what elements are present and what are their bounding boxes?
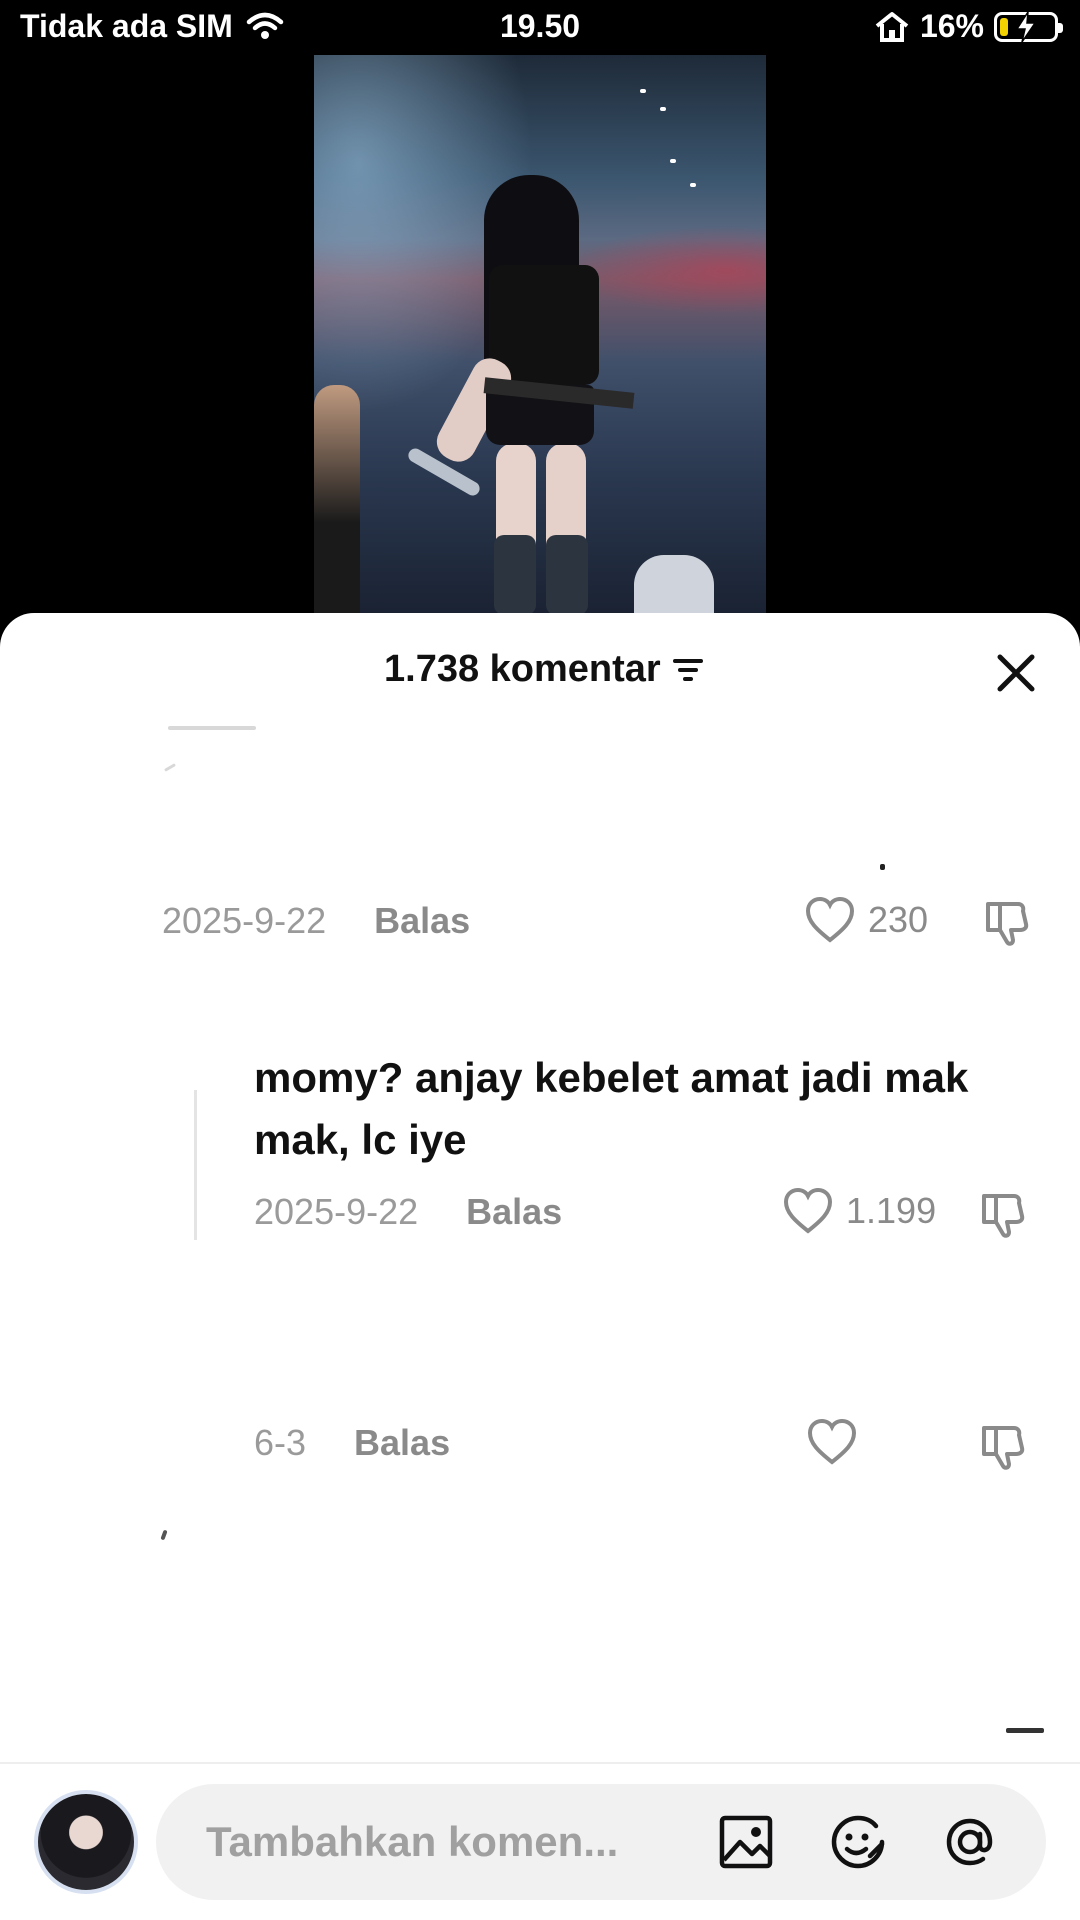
thread-line (194, 1090, 197, 1240)
comment-count[interactable]: 1.738 komentar (384, 648, 705, 691)
background-dancer (314, 385, 360, 615)
sort-filter-icon[interactable] (671, 655, 705, 685)
video-player[interactable] (314, 55, 766, 615)
battery-icon (994, 11, 1063, 42)
comment-meta: 2025-9-22 Balas (162, 900, 470, 942)
comment-meta: 2025-9-22 Balas (254, 1191, 562, 1233)
reply-button[interactable]: Balas (466, 1191, 562, 1233)
mention-icon[interactable] (940, 1812, 1000, 1872)
image-icon[interactable] (716, 1812, 776, 1872)
comments-sheet: 1.738 komentar (0, 613, 1080, 1920)
comment-count-label: 1.738 komentar (384, 648, 661, 690)
comment-meta: 6-3 Balas (254, 1422, 450, 1464)
battery-percent: 16% (919, 8, 984, 44)
user-avatar[interactable] (34, 1790, 138, 1894)
comment-date: 2025-9-22 (254, 1191, 419, 1232)
dislike-icon[interactable] (982, 898, 1032, 948)
reply-button[interactable]: Balas (374, 900, 470, 942)
charging-bolt-icon (1015, 11, 1037, 42)
dislike-icon[interactable] (978, 1190, 1028, 1240)
home-icon (875, 11, 909, 42)
heart-icon (807, 1418, 857, 1465)
clock: 19.50 (499, 8, 581, 44)
reply-button[interactable]: Balas (354, 1422, 450, 1464)
close-icon[interactable] (992, 649, 1040, 697)
like-button[interactable] (806, 1418, 870, 1466)
dislike-icon[interactable] (978, 1422, 1028, 1472)
comment-composer (156, 1784, 1046, 1900)
comments-header: 1.738 komentar (0, 613, 1080, 723)
like-button[interactable]: 230 (804, 896, 928, 944)
like-count: 230 (868, 899, 929, 940)
comment-input[interactable] (206, 1784, 726, 1900)
heart-icon (805, 896, 855, 943)
comment-date: 6-3 (254, 1422, 307, 1463)
status-right: 16% (874, 8, 1063, 45)
status-bar: Tidak ada SIM 19.50 16% (0, 0, 1080, 56)
like-button[interactable]: 1.199 (782, 1187, 936, 1235)
emoji-icon[interactable] (828, 1812, 888, 1872)
battery-level (1000, 17, 1008, 36)
comment-date: 2025-9-22 (162, 900, 327, 941)
composer-divider (0, 1762, 1080, 1764)
comment-text: momy? anjay kebelet amat jadi mak mak, l… (254, 1054, 969, 1163)
heart-icon (783, 1187, 833, 1234)
like-count: 1.199 (846, 1190, 937, 1231)
